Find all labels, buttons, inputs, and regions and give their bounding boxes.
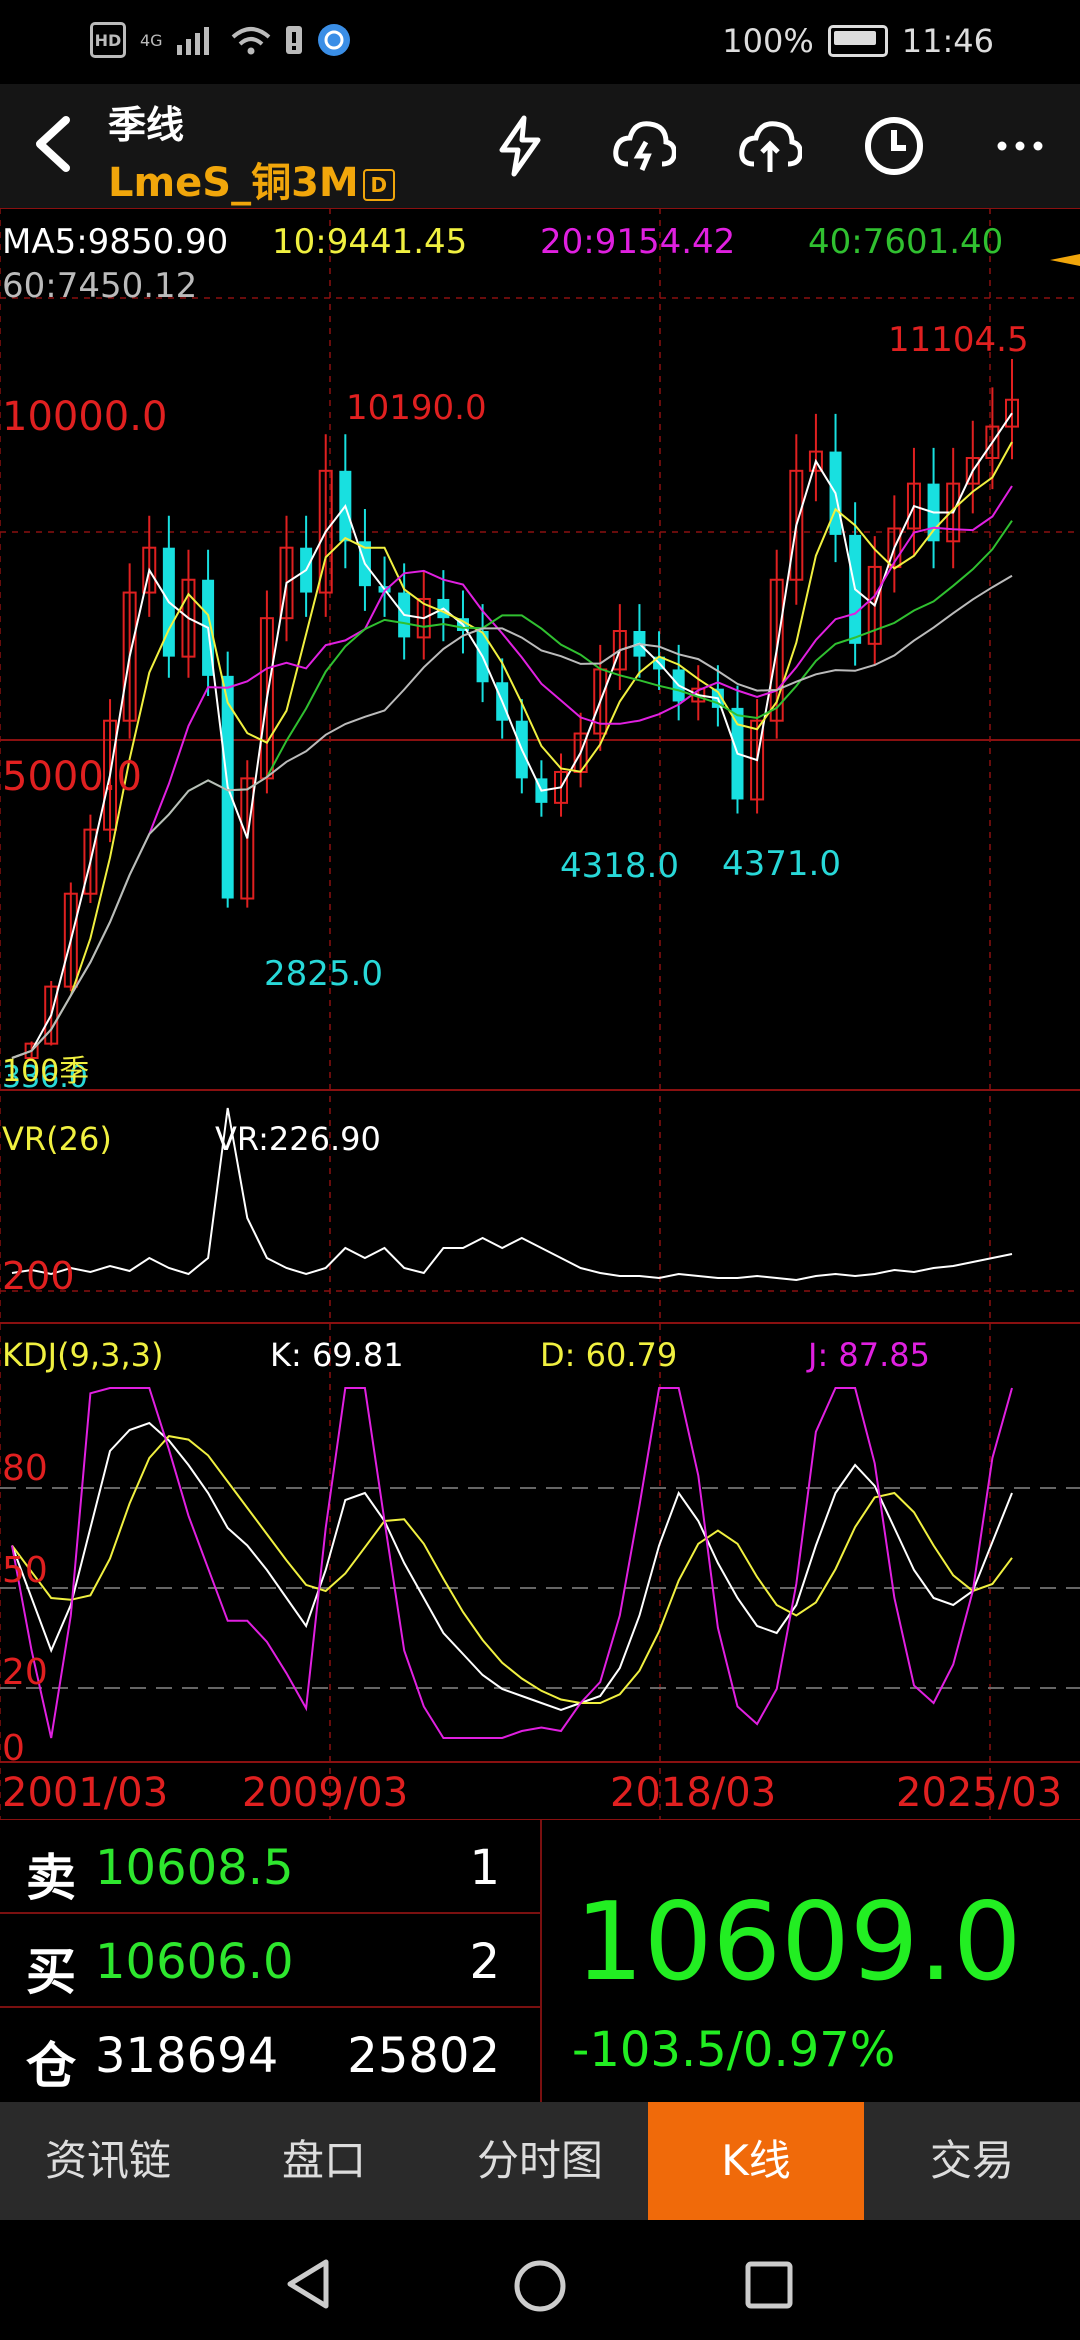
max-price-label: 11104.5: [888, 320, 1029, 360]
position-value: 318694: [95, 2028, 279, 2084]
date-label-3: 2018/03: [610, 1770, 777, 1816]
sell-row[interactable]: 卖 10608.5 1: [0, 1820, 540, 1914]
ma10-line: [11, 441, 1013, 1059]
date-label-1: 2001/03: [2, 1770, 169, 1816]
ma60-line: [11, 574, 1013, 1059]
low-price-label-3: 4371.0: [722, 844, 841, 884]
network-badge: 4G: [140, 30, 163, 50]
more-icon[interactable]: [988, 114, 1052, 178]
bottom-tab-bar: 资讯链 盘口 分时图 K线 交易: [0, 2102, 1080, 2220]
ma5-line: [11, 412, 1013, 1059]
hd-badge: HD: [90, 22, 126, 58]
clock-icon[interactable]: [862, 114, 926, 178]
ma20-value: 20:9154.42: [540, 222, 736, 262]
position-change: 25802: [347, 2028, 500, 2084]
ma5-value: MA5:9850.90: [2, 222, 229, 262]
ma20-line: [11, 485, 1013, 1059]
vr-line: [11, 1107, 1013, 1282]
buy-price: 10606.0: [95, 1934, 294, 1990]
low-price-label-1: 2825.0: [264, 954, 383, 994]
sell-price: 10608.5: [95, 1840, 294, 1896]
status-right: 100% 11:46: [722, 22, 994, 60]
flash-icon[interactable]: [488, 114, 552, 178]
kdj-d-line: [11, 1435, 1013, 1704]
vr-indicator-value: VR:226.90: [215, 1120, 381, 1158]
last-price: 10609.0: [575, 1880, 1022, 2005]
kdj-k-value: K: 69.81: [270, 1336, 404, 1374]
buy-row[interactable]: 买 10606.0 2: [0, 1914, 540, 2008]
ma40-line: [11, 520, 1013, 1059]
start-period-label: 100季: [2, 1054, 90, 1089]
status-left-icons: HD 4G: [90, 22, 351, 58]
nav-back-icon[interactable]: [284, 2258, 334, 2310]
position-label: 仓: [26, 2037, 76, 2095]
price-change: -103.5/0.97%: [572, 2022, 896, 2078]
ma60-value: 60:7450.12: [2, 266, 198, 306]
app-header: 季线 LmeS_铜3M D: [0, 84, 1080, 208]
sell-qty: 1: [469, 1840, 500, 1896]
vr-indicator-name: VR(26): [2, 1120, 112, 1158]
buy-qty: 2: [469, 1934, 500, 1990]
kdj-indicator-name: KDJ(9,3,3): [2, 1336, 164, 1374]
system-nav-bar: [0, 2220, 1080, 2340]
battery-icon: [827, 25, 888, 57]
ma10-value: 10:9441.45: [272, 222, 468, 262]
battery-percent: 100%: [722, 22, 814, 60]
wifi-icon: [231, 27, 270, 55]
back-arrow-icon[interactable]: [24, 114, 84, 174]
price-level-mid: 5000.0: [2, 754, 142, 800]
date-label-2: 2009/03: [242, 1770, 409, 1816]
tab-trade[interactable]: 交易: [864, 2102, 1080, 2220]
tab-intraday-chart[interactable]: 分时图: [432, 2102, 648, 2220]
symbol-title: LmeS_铜3M D: [108, 150, 395, 208]
vr-level-label: 200: [2, 1254, 75, 1298]
cloud-upload-icon[interactable]: [738, 114, 802, 178]
kdj-d-value: D: 60.79: [540, 1336, 678, 1374]
clock: 11:46: [901, 22, 994, 60]
nav-home-icon[interactable]: [512, 2258, 568, 2314]
date-label-4: 2025/03: [896, 1770, 1063, 1816]
kdj-j-line: [11, 1387, 1013, 1739]
tab-order-book[interactable]: 盘口: [216, 2102, 432, 2220]
cloud-sync-icon[interactable]: [612, 114, 676, 178]
kline-chart-area[interactable]: MA5:9850.90 10:9441.45 20:9154.42 40:760…: [0, 208, 1080, 1820]
current-price-marker: [1050, 254, 1080, 266]
kline-chart-canvas[interactable]: [0, 208, 1080, 1820]
order-book: 卖 10608.5 1 买 10606.0 2 仓 318694 25802 1…: [0, 1820, 1080, 2102]
signal-icon: [176, 27, 209, 55]
ma40-value: 40:7601.40: [808, 222, 1004, 262]
buy-label: 买: [26, 1943, 76, 2001]
position-row: 仓 318694 25802: [0, 2008, 540, 2100]
kdj-k-line: [11, 1421, 1013, 1712]
period-title: 季线: [108, 103, 185, 147]
peak-price-label: 10190.0: [346, 388, 487, 428]
book-divider: [540, 1820, 542, 2102]
kdj-level-20: 20: [2, 1652, 48, 1693]
kdj-level-80: 80: [2, 1448, 48, 1489]
tab-kline[interactable]: K线: [648, 2102, 864, 2220]
kdj-level-0: 0: [2, 1728, 25, 1769]
status-bar: HD 4G 100% 11:46: [0, 0, 1080, 84]
symbol-name: LmeS_铜3M: [108, 160, 359, 206]
nav-recents-icon[interactable]: [744, 2260, 796, 2312]
sell-label: 卖: [26, 1849, 76, 1907]
kdj-level-50: 50: [2, 1550, 48, 1591]
price-level-high: 10000.0: [2, 394, 168, 440]
tab-news-chain[interactable]: 资讯链: [0, 2102, 216, 2220]
sim-alert-icon: [285, 26, 302, 54]
low-price-label-2: 4318.0: [560, 846, 679, 886]
app-notification-icon: [317, 24, 350, 56]
kdj-j-value: J: 87.85: [808, 1336, 930, 1374]
symbol-badge: D: [362, 169, 395, 201]
